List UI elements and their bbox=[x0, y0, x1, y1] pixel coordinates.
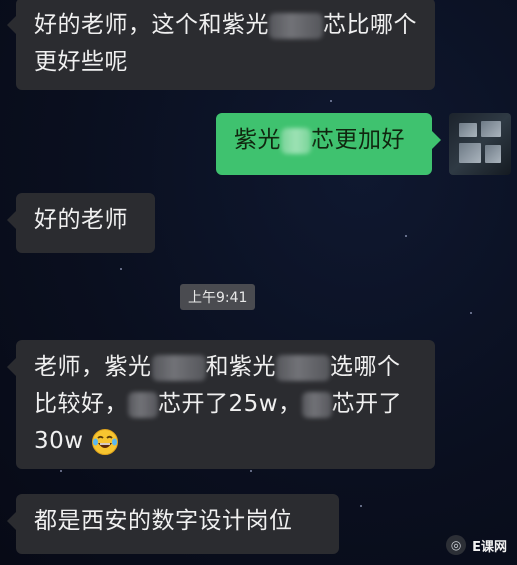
incoming-message[interactable]: 老师，紫光 和紫光 选哪个 比较好， 芯开了25w， 芯开了 30w bbox=[7, 340, 435, 469]
avatar-chip-shape bbox=[485, 145, 501, 163]
avatar-chip-shape bbox=[459, 143, 481, 163]
redacted-text bbox=[151, 354, 206, 381]
background-star bbox=[60, 470, 62, 472]
message-text: 紫光 bbox=[234, 127, 281, 153]
outgoing-message[interactable]: 紫光 芯更加好 bbox=[216, 113, 441, 175]
message-text: 芯更加好 bbox=[311, 127, 405, 153]
redacted-text bbox=[276, 354, 330, 381]
message-text: 比较好， bbox=[34, 391, 128, 417]
background-star bbox=[470, 312, 472, 314]
wechat-channel-icon: ◎ bbox=[446, 535, 467, 555]
message-line: 更好些呢 bbox=[34, 44, 417, 81]
background-star bbox=[405, 235, 407, 237]
redacted-text bbox=[281, 127, 311, 154]
redacted-text bbox=[301, 391, 332, 418]
message-text: 好的老师，这个和紫光 bbox=[34, 12, 269, 38]
background-star bbox=[330, 100, 332, 102]
message-line: 老师，紫光 和紫光 选哪个 bbox=[34, 349, 417, 386]
incoming-message[interactable]: 都是西安的数字设计岗位 bbox=[7, 494, 339, 554]
laughing-tears-emoji-icon bbox=[92, 428, 119, 455]
message-text: 选哪个 bbox=[330, 354, 401, 380]
message-line: 30w bbox=[34, 423, 417, 460]
user-avatar[interactable] bbox=[449, 113, 511, 175]
watermark-text: E课网 bbox=[472, 539, 507, 555]
message-text: 和紫光 bbox=[205, 354, 276, 380]
redacted-text bbox=[269, 12, 323, 39]
redacted-text bbox=[128, 391, 158, 418]
message-text: 都是西安的数字设计岗位 bbox=[34, 508, 293, 534]
message-text: 芯开了25w， bbox=[158, 391, 302, 417]
watermark: ◎ E课网 bbox=[446, 535, 507, 555]
message-timestamp: 上午9:41 bbox=[180, 284, 256, 310]
avatar-chip-shape bbox=[459, 123, 477, 137]
incoming-message[interactable]: 好的老师 bbox=[7, 193, 155, 253]
background-star bbox=[250, 470, 252, 472]
message-line: 好的老师，这个和紫光 芯比哪个 bbox=[34, 7, 417, 44]
message-text: 老师，紫光 bbox=[34, 354, 152, 380]
message-line: 比较好， 芯开了25w， 芯开了 bbox=[34, 386, 417, 423]
message-text: 芯开了 bbox=[331, 391, 403, 417]
background-star bbox=[120, 268, 122, 270]
incoming-message[interactable]: 好的老师，这个和紫光 芯比哪个 更好些呢 bbox=[7, 0, 435, 90]
avatar-chip-shape bbox=[481, 121, 501, 137]
message-text: 30w bbox=[34, 428, 84, 454]
message-text: 更好些呢 bbox=[34, 49, 128, 75]
background-star bbox=[360, 505, 362, 507]
message-text: 芯比哪个 bbox=[323, 12, 417, 38]
message-text: 好的老师 bbox=[34, 207, 128, 233]
